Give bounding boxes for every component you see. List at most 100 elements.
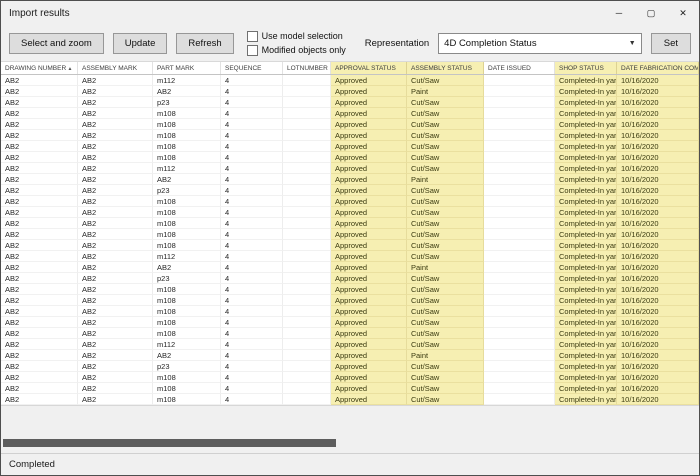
table-row[interactable]: AB2AB2m1084ApprovedCut/SawCompleted-In y…	[1, 229, 699, 240]
table-row[interactable]: AB2AB2m1124ApprovedCut/SawCompleted-In y…	[1, 251, 699, 262]
table-row[interactable]: AB2AB2m1084ApprovedCut/SawCompleted-In y…	[1, 284, 699, 295]
cell-part: m108	[153, 119, 221, 130]
cell-part: m108	[153, 108, 221, 119]
cell-lot	[283, 86, 331, 97]
toolbar: Select and zoom Update Refresh Use model…	[1, 25, 699, 61]
update-button[interactable]: Update	[113, 33, 168, 54]
cell-date_issued	[484, 174, 555, 185]
cell-date_fab: 10/16/2020	[617, 383, 699, 394]
cell-assembly: AB2	[78, 163, 153, 174]
modified-objects-only-checkbox[interactable]	[247, 45, 258, 56]
table-row[interactable]: AB2AB2p234ApprovedCut/SawCompleted-In ya…	[1, 97, 699, 108]
minimize-button[interactable]: ─	[603, 1, 635, 25]
cell-date_issued	[484, 141, 555, 152]
table-row[interactable]: AB2AB2m1084ApprovedCut/SawCompleted-In y…	[1, 196, 699, 207]
cell-date_issued	[484, 207, 555, 218]
table-row[interactable]: AB2AB2m1124ApprovedCut/SawCompleted-In y…	[1, 339, 699, 350]
modified-objects-only-label: Modified objects only	[262, 45, 346, 55]
cell-sequence: 4	[221, 328, 283, 339]
cell-sequence: 4	[221, 152, 283, 163]
cell-date_issued	[484, 218, 555, 229]
import-results-window: Import results ─ ▢ ✕ Select and zoom Upd…	[0, 0, 700, 476]
table-row[interactable]: AB2AB2AB24ApprovedPaintCompleted-In yard…	[1, 262, 699, 273]
column-header-date_fab[interactable]: DATE FABRICATION COMPL	[617, 62, 699, 74]
table-row[interactable]: AB2AB2p234ApprovedCut/SawCompleted-In ya…	[1, 361, 699, 372]
column-header-date_issued[interactable]: DATE ISSUED	[484, 62, 555, 74]
table-row[interactable]: AB2AB2m1084ApprovedCut/SawCompleted-In y…	[1, 394, 699, 405]
close-button[interactable]: ✕	[667, 1, 699, 25]
cell-sequence: 4	[221, 108, 283, 119]
cell-sequence: 4	[221, 97, 283, 108]
table-row[interactable]: AB2AB2m1084ApprovedCut/SawCompleted-In y…	[1, 218, 699, 229]
column-header-sequence[interactable]: SEQUENCE	[221, 62, 283, 74]
table-row[interactable]: AB2AB2m1084ApprovedCut/SawCompleted-In y…	[1, 372, 699, 383]
table-row[interactable]: AB2AB2m1084ApprovedCut/SawCompleted-In y…	[1, 328, 699, 339]
table-row[interactable]: AB2AB2m1084ApprovedCut/SawCompleted-In y…	[1, 207, 699, 218]
column-header-approval[interactable]: APPROVAL STATUS	[331, 62, 407, 74]
table-row[interactable]: AB2AB2AB24ApprovedPaintCompleted-In yard…	[1, 86, 699, 97]
cell-date_issued	[484, 119, 555, 130]
cell-sequence: 4	[221, 394, 283, 405]
table-row[interactable]: AB2AB2m1084ApprovedCut/SawCompleted-In y…	[1, 141, 699, 152]
table-row[interactable]: AB2AB2AB24ApprovedPaintCompleted-In yard…	[1, 350, 699, 361]
cell-sequence: 4	[221, 251, 283, 262]
cell-drawing: AB2	[1, 328, 78, 339]
cell-assembly: AB2	[78, 240, 153, 251]
cell-sequence: 4	[221, 361, 283, 372]
cell-assembly: AB2	[78, 97, 153, 108]
refresh-button[interactable]: Refresh	[176, 33, 233, 54]
table-row[interactable]: AB2AB2AB24ApprovedPaintCompleted-In yard…	[1, 174, 699, 185]
representation-dropdown[interactable]: 4D Completion Status ▼	[438, 33, 642, 54]
column-header-shop[interactable]: SHOP STATUS	[555, 62, 617, 74]
table-row[interactable]: AB2AB2m1084ApprovedCut/SawCompleted-In y…	[1, 306, 699, 317]
cell-lot	[283, 185, 331, 196]
table-row[interactable]: AB2AB2m1084ApprovedCut/SawCompleted-In y…	[1, 383, 699, 394]
cell-part: p23	[153, 361, 221, 372]
column-header-lot[interactable]: LOTNUMBER	[283, 62, 331, 74]
cell-approval: Approved	[331, 251, 407, 262]
column-header-assembly_status[interactable]: ASSEMBLY STATUS	[407, 62, 484, 74]
cell-shop: Completed-In yard	[555, 306, 617, 317]
column-header-part[interactable]: PART MARK	[153, 62, 221, 74]
cell-shop: Completed-In yard	[555, 240, 617, 251]
use-model-selection-checkbox[interactable]	[247, 31, 258, 42]
table-row[interactable]: AB2AB2m1084ApprovedCut/SawCompleted-In y…	[1, 240, 699, 251]
table-row[interactable]: AB2AB2m1084ApprovedCut/SawCompleted-In y…	[1, 317, 699, 328]
cell-drawing: AB2	[1, 119, 78, 130]
table-row[interactable]: AB2AB2m1084ApprovedCut/SawCompleted-In y…	[1, 119, 699, 130]
table-row[interactable]: AB2AB2p234ApprovedCut/SawCompleted-In ya…	[1, 185, 699, 196]
use-model-selection-option[interactable]: Use model selection	[247, 30, 346, 42]
modified-objects-only-option[interactable]: Modified objects only	[247, 44, 346, 56]
cell-date_issued	[484, 306, 555, 317]
cell-drawing: AB2	[1, 394, 78, 405]
maximize-button[interactable]: ▢	[635, 1, 667, 25]
cell-drawing: AB2	[1, 196, 78, 207]
cell-approval: Approved	[331, 295, 407, 306]
horizontal-scrollbar[interactable]	[3, 437, 697, 449]
cell-assembly: AB2	[78, 185, 153, 196]
table-row[interactable]: AB2AB2m1084ApprovedCut/SawCompleted-In y…	[1, 130, 699, 141]
cell-part: p23	[153, 273, 221, 284]
cell-shop: Completed-In yard	[555, 394, 617, 405]
table-row[interactable]: AB2AB2m1124ApprovedCut/SawCompleted-In y…	[1, 163, 699, 174]
column-header-assembly[interactable]: ASSEMBLY MARK	[78, 62, 153, 74]
minimize-icon: ─	[616, 8, 622, 18]
table-row[interactable]: AB2AB2m1084ApprovedCut/SawCompleted-In y…	[1, 108, 699, 119]
cell-sequence: 4	[221, 163, 283, 174]
table-row[interactable]: AB2AB2m1084ApprovedCut/SawCompleted-In y…	[1, 152, 699, 163]
cell-assembly_status: Cut/Saw	[407, 229, 484, 240]
select-and-zoom-button[interactable]: Select and zoom	[9, 33, 104, 54]
table-row[interactable]: AB2AB2m1124ApprovedCut/SawCompleted-In y…	[1, 75, 699, 86]
set-button[interactable]: Set	[651, 33, 691, 54]
cell-date_fab: 10/16/2020	[617, 251, 699, 262]
cell-drawing: AB2	[1, 273, 78, 284]
table-row[interactable]: AB2AB2m1084ApprovedCut/SawCompleted-In y…	[1, 295, 699, 306]
table-row[interactable]: AB2AB2p234ApprovedCut/SawCompleted-In ya…	[1, 273, 699, 284]
cell-assembly: AB2	[78, 119, 153, 130]
cell-date_issued	[484, 394, 555, 405]
column-header-drawing[interactable]: DRAWING NUMBER ▲	[1, 62, 78, 74]
cell-date_fab: 10/16/2020	[617, 361, 699, 372]
scrollbar-thumb[interactable]	[3, 439, 336, 447]
cell-approval: Approved	[331, 152, 407, 163]
cell-sequence: 4	[221, 141, 283, 152]
